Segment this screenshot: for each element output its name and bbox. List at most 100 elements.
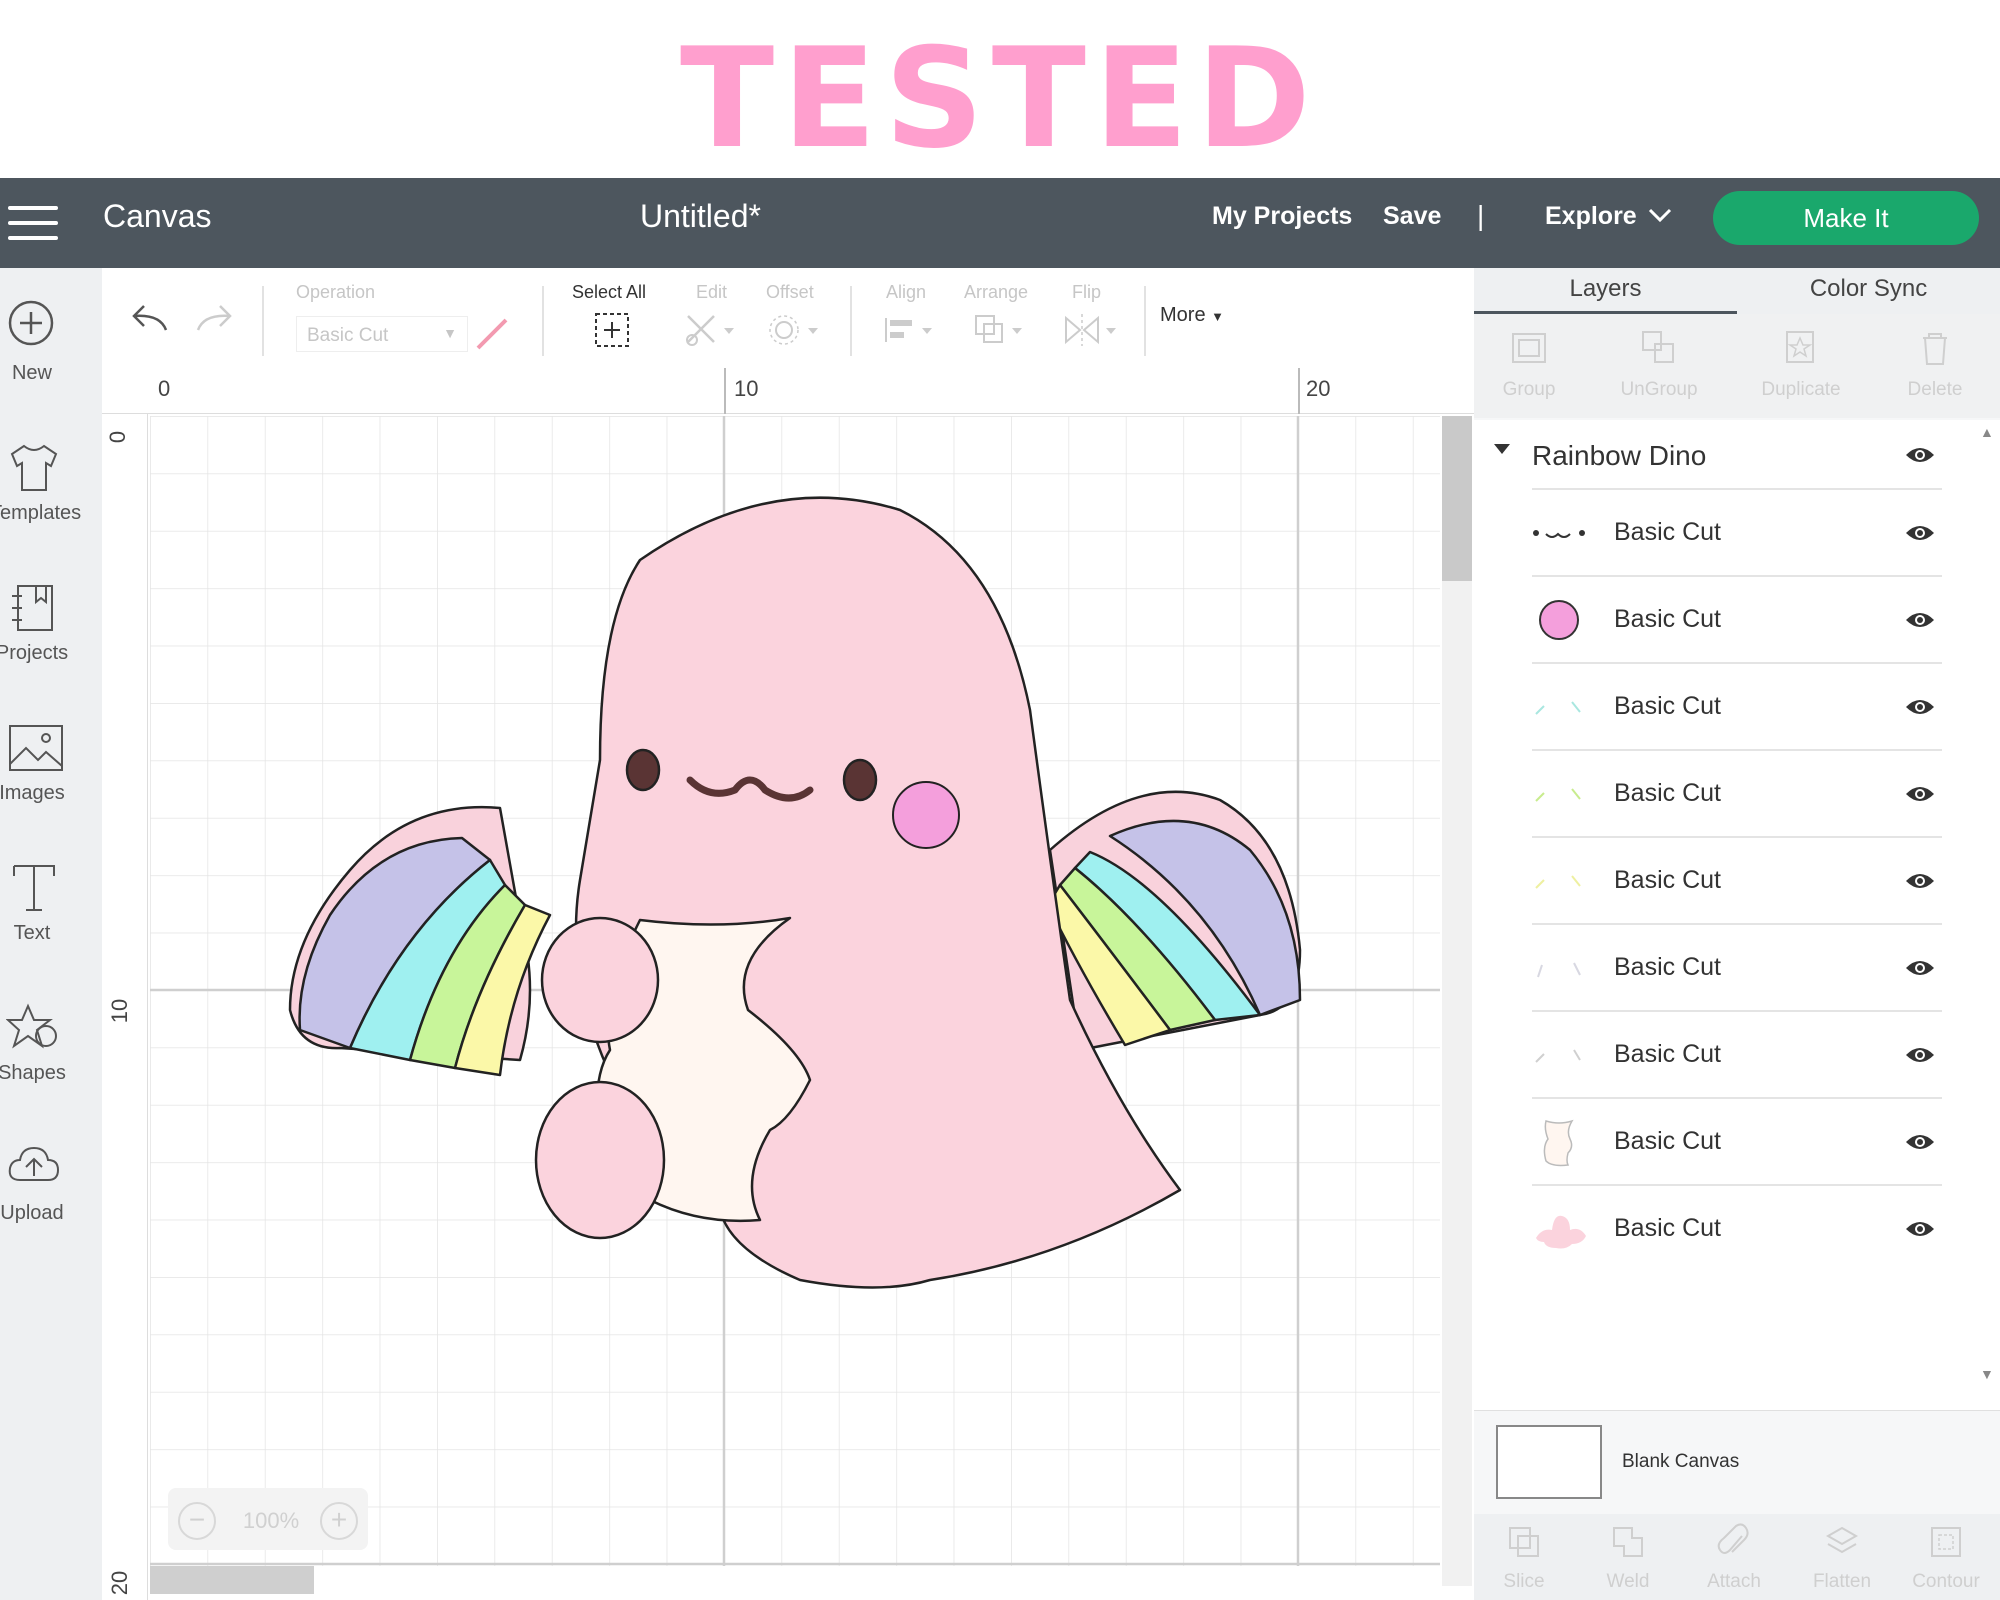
visibility-eye-icon[interactable] — [1904, 870, 1936, 892]
hamburger-menu-icon[interactable] — [8, 206, 58, 242]
panel-tabs: Layers Color Sync — [1474, 268, 2000, 314]
canvas-grid — [150, 416, 1440, 1566]
operation-select[interactable]: Basic Cut ▼ — [296, 316, 468, 352]
sidebar-item-new[interactable]: New — [0, 298, 102, 428]
contour-button[interactable]: Contour — [1896, 1522, 1996, 1593]
flatten-icon — [1825, 1526, 1859, 1554]
zoom-level: 100% — [242, 1508, 300, 1533]
visibility-eye-icon[interactable] — [1904, 1131, 1936, 1153]
layer-thumbnail-belly-shape — [1543, 1119, 1574, 1167]
ruler-major-tick — [1298, 368, 1300, 414]
group-button[interactable]: Group — [1474, 328, 1584, 401]
ruler-major-tick — [724, 368, 726, 414]
left-sidebar: New Templates Projects Images Text — [0, 268, 102, 1600]
sidebar-item-text[interactable]: Text — [0, 860, 102, 990]
slice-icon — [1509, 1527, 1539, 1557]
arrange-icon[interactable] — [972, 312, 1028, 348]
explore-menu[interactable]: Explore — [1545, 202, 1637, 231]
edit-scissors-icon[interactable] — [684, 312, 740, 348]
toolbar-divider — [850, 286, 852, 356]
sidebar-item-images[interactable]: Images — [0, 720, 102, 850]
tab-layers[interactable]: Layers — [1474, 268, 1737, 314]
attach-button[interactable]: Attach — [1684, 1522, 1784, 1593]
layer-row[interactable]: Basic Cut — [1532, 488, 1942, 575]
select-all-icon[interactable] — [592, 310, 632, 350]
sidebar-item-shapes[interactable]: Shapes — [0, 1000, 102, 1130]
blank-canvas-row[interactable]: Blank Canvas — [1474, 1410, 2000, 1514]
upload-cloud-icon — [8, 1146, 60, 1181]
visibility-eye-icon[interactable] — [1904, 444, 1936, 466]
document-title[interactable]: Untitled* — [640, 198, 761, 235]
layer-row[interactable]: Basic Cut — [1532, 1010, 1942, 1097]
offset-icon[interactable] — [768, 312, 824, 348]
flatten-button[interactable]: Flatten — [1792, 1522, 1892, 1593]
visibility-eye-icon[interactable] — [1904, 1218, 1936, 1240]
layer-name: Basic Cut — [1614, 1127, 1721, 1155]
layer-row[interactable]: Basic Cut — [1532, 836, 1942, 923]
group-icon — [1512, 333, 1546, 363]
layer-row[interactable]: Basic Cut — [1532, 575, 1942, 662]
sidebar-item-upload[interactable]: Upload — [0, 1140, 102, 1270]
select-all-label: Select All — [572, 282, 647, 302]
tab-color-sync[interactable]: Color Sync — [1737, 268, 2000, 314]
visibility-eye-icon[interactable] — [1904, 957, 1936, 979]
shapes-icon — [6, 1003, 57, 1049]
zoom-in-button[interactable]: + — [320, 1502, 358, 1540]
redo-icon[interactable] — [194, 300, 234, 336]
visibility-eye-icon[interactable] — [1904, 609, 1936, 631]
visibility-eye-icon[interactable] — [1904, 783, 1936, 805]
weld-button[interactable]: Weld — [1578, 1522, 1678, 1593]
paperclip-icon — [1717, 1523, 1749, 1554]
pen-color-icon[interactable] — [472, 314, 512, 354]
layer-name: Basic Cut — [1614, 1040, 1721, 1068]
slice-button[interactable]: Slice — [1474, 1522, 1574, 1593]
align-icon[interactable] — [882, 312, 938, 348]
duplicate-button[interactable]: Duplicate — [1746, 328, 1856, 401]
layer-thumbnail-yellow-strokes — [1535, 875, 1581, 889]
bottom-actions-bar: Slice Weld Attach Flatten Contour — [1474, 1514, 2000, 1600]
toolbar-divider — [1144, 286, 1146, 356]
layer-row[interactable]: Basic Cut — [1532, 923, 1942, 1010]
sidebar-item-projects[interactable]: Projects — [0, 580, 102, 710]
visibility-eye-icon[interactable] — [1904, 1044, 1936, 1066]
scroll-down-arrow-icon[interactable]: ▼ — [1980, 1366, 1994, 1382]
text-icon — [13, 865, 55, 911]
sidebar-item-label: Shapes — [0, 1062, 66, 1084]
layer-group-row[interactable]: Rainbow Dino — [1474, 420, 1974, 490]
action-label: Attach — [1707, 1571, 1761, 1592]
ruler-label: 0 — [105, 430, 131, 444]
horizontal-scrollbar-thumb[interactable] — [150, 1566, 314, 1594]
layers-panel: Layers Color Sync Group UnGroup Duplicat… — [1474, 268, 2000, 1600]
layer-row[interactable]: Basic Cut — [1532, 1097, 1942, 1184]
zoom-out-button[interactable]: − — [178, 1502, 216, 1540]
scroll-up-arrow-icon[interactable]: ▲ — [1980, 424, 1994, 440]
duplicate-icon — [1786, 331, 1814, 363]
layer-name: Basic Cut — [1614, 1214, 1721, 1242]
make-it-button[interactable]: Make It — [1713, 191, 1979, 245]
save-button[interactable]: Save — [1383, 202, 1441, 231]
horizontal-ruler: 0 10 20 — [102, 368, 1474, 414]
visibility-eye-icon[interactable] — [1904, 522, 1936, 544]
my-projects-link[interactable]: My Projects — [1212, 202, 1352, 231]
layer-row[interactable]: Basic Cut — [1532, 662, 1942, 749]
more-button[interactable]: More ▼ — [1160, 304, 1224, 327]
ungroup-button[interactable]: UnGroup — [1604, 328, 1714, 401]
vertical-scrollbar-thumb[interactable] — [1442, 416, 1472, 581]
arrange-label: Arrange — [964, 282, 1029, 302]
layer-row[interactable]: Basic Cut — [1532, 749, 1942, 836]
vertical-scrollbar[interactable] — [1442, 416, 1472, 1586]
layer-thumbnail-face-lines — [1533, 530, 1585, 538]
sidebar-item-templates[interactable]: Templates — [0, 440, 102, 570]
collapse-caret-icon[interactable] — [1494, 444, 1510, 454]
layer-group-name: Rainbow Dino — [1532, 440, 1707, 471]
flip-icon[interactable] — [1062, 312, 1122, 348]
delete-button[interactable]: Delete — [1880, 328, 1990, 401]
layer-row[interactable]: Basic Cut — [1532, 1184, 1942, 1271]
chevron-down-icon[interactable] — [1645, 200, 1675, 230]
layer-thumbnail-lime-strokes — [1535, 788, 1581, 802]
design-canvas[interactable]: 0 10 20 0 10 20 − 100% + — [102, 368, 1474, 1600]
visibility-eye-icon[interactable] — [1904, 696, 1936, 718]
undo-icon[interactable] — [130, 300, 170, 336]
offset-label: Offset — [766, 282, 814, 302]
canvas-color-swatch[interactable] — [1496, 1425, 1602, 1499]
